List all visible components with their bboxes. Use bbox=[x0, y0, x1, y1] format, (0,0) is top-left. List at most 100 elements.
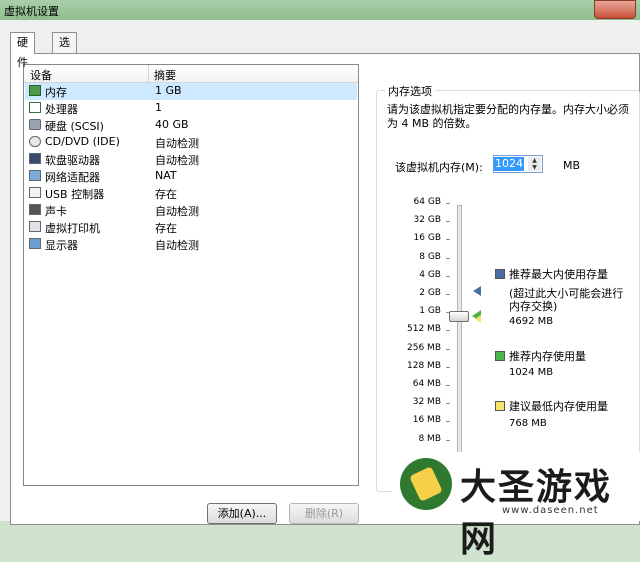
device-name: 软盘驱动器 bbox=[45, 154, 100, 167]
memory-slider-track[interactable] bbox=[457, 205, 462, 463]
device-row-cd-dvd[interactable]: CD/DVD (IDE) 自动检测 bbox=[25, 134, 357, 151]
scale-label: 32 GB bbox=[413, 215, 441, 226]
device-list-header: 设备 摘要 bbox=[24, 65, 358, 83]
display-icon bbox=[29, 238, 41, 249]
device-row-memory[interactable]: 内存 1 GB bbox=[25, 83, 357, 100]
scale-tick bbox=[446, 385, 450, 386]
memory-field-label: 该虚拟机内存(M): bbox=[395, 161, 483, 174]
device-row-processor[interactable]: 处理器 1 bbox=[25, 100, 357, 117]
scale-tick bbox=[446, 330, 450, 332]
spinner-arrows[interactable]: ▲ ▼ bbox=[528, 157, 541, 171]
scale-tick bbox=[446, 203, 450, 204]
column-summary[interactable]: 摘要 bbox=[154, 67, 176, 83]
processor-icon bbox=[29, 102, 41, 113]
min-recommended-marker-icon bbox=[475, 315, 481, 323]
scale-label: 4 GB bbox=[419, 269, 441, 280]
settings-dialog: 硬件 选项 设备 摘要 内存 1 GB 处理器 1 硬盘 (SCSI) bbox=[0, 20, 640, 525]
scale-tick bbox=[446, 348, 450, 350]
device-row-network[interactable]: 网络适配器 NAT bbox=[25, 168, 357, 185]
scale-tick bbox=[446, 257, 450, 259]
printer-icon bbox=[29, 221, 41, 232]
device-summary: NAT bbox=[155, 169, 177, 182]
column-device[interactable]: 设备 bbox=[30, 67, 52, 83]
memory-slider-thumb[interactable] bbox=[449, 311, 469, 322]
scale-label: 128 MB bbox=[407, 360, 441, 371]
device-name: 硬盘 (SCSI) bbox=[45, 120, 104, 133]
device-name: 处理器 bbox=[45, 103, 78, 116]
spinner-down-icon[interactable]: ▼ bbox=[528, 164, 541, 171]
scale-tick bbox=[446, 294, 450, 295]
scale-tick bbox=[446, 421, 450, 423]
watermark-url: www.daseen.net bbox=[502, 505, 599, 516]
device-row-printer[interactable]: 虚拟打印机 存在 bbox=[25, 219, 357, 236]
scale-label: 64 GB bbox=[413, 197, 441, 207]
device-name: 显示器 bbox=[45, 239, 78, 252]
scale-label: 16 GB bbox=[413, 233, 441, 244]
window-title: 虚拟机设置 bbox=[4, 5, 59, 18]
scale-label: 64 MB bbox=[412, 379, 441, 389]
tab-hardware[interactable]: 硬件 bbox=[10, 32, 35, 69]
network-adapter-icon bbox=[29, 170, 41, 181]
close-button[interactable] bbox=[594, 0, 636, 19]
scale-tick bbox=[446, 221, 450, 223]
device-summary: 存在 bbox=[155, 222, 177, 235]
scale-label: 512 MB bbox=[407, 324, 441, 335]
device-name: 虚拟打印机 bbox=[45, 222, 100, 235]
device-summary: 自动检测 bbox=[155, 205, 199, 218]
cd-dvd-icon bbox=[29, 136, 41, 147]
recommended-swatch bbox=[495, 351, 505, 361]
device-name: 内存 bbox=[45, 86, 67, 99]
max-recommended-value: 4692 MB bbox=[509, 316, 554, 327]
scale-label: 8 MB bbox=[418, 433, 441, 444]
device-row-display[interactable]: 显示器 自动检测 bbox=[25, 236, 357, 253]
floppy-icon bbox=[29, 153, 41, 164]
device-row-floppy[interactable]: 软盘驱动器 自动检测 bbox=[25, 151, 357, 168]
memory-description: 请为该虚拟机指定要分配的内存量。内存大小必须为 4 MB 的倍数。 bbox=[387, 103, 629, 130]
device-row-hard-disk[interactable]: 硬盘 (SCSI) 40 GB bbox=[25, 117, 357, 134]
scale-tick bbox=[446, 439, 450, 441]
site-logo-icon bbox=[400, 458, 452, 510]
memory-unit: MB bbox=[563, 159, 581, 172]
scale-label: 16 MB bbox=[412, 415, 441, 426]
scale-label: 2 GB bbox=[419, 288, 441, 298]
tab-options[interactable]: 选项 bbox=[52, 32, 77, 69]
site-watermark: 大圣游戏网 www.daseen.net bbox=[392, 452, 640, 560]
min-recommended-value: 768 MB bbox=[509, 418, 547, 429]
recommended-title: 推荐内存使用量 bbox=[509, 350, 586, 363]
device-summary: 1 GB bbox=[155, 84, 182, 97]
max-recommended-note: (超过此大小可能会进行内存交换) bbox=[509, 287, 624, 313]
device-row-sound[interactable]: 声卡 自动检测 bbox=[25, 202, 357, 219]
sound-card-icon bbox=[29, 204, 41, 215]
device-summary: 存在 bbox=[155, 188, 177, 201]
memory-options-group: 内存选项 请为该虚拟机指定要分配的内存量。内存大小必须为 4 MB 的倍数。 该… bbox=[376, 83, 640, 492]
device-row-usb[interactable]: USB 控制器 存在 bbox=[25, 185, 357, 202]
max-recommended-swatch bbox=[495, 269, 505, 279]
max-recommended-title: 推荐最大内使用存量 bbox=[509, 268, 608, 281]
device-summary: 1 bbox=[155, 101, 162, 114]
device-summary: 自动检测 bbox=[155, 154, 199, 167]
scale-tick bbox=[446, 275, 450, 277]
scale-label: 32 MB bbox=[412, 397, 441, 408]
memory-input[interactable]: 1024 bbox=[494, 157, 524, 171]
device-name: CD/DVD (IDE) bbox=[45, 135, 120, 148]
spinner-up-icon[interactable]: ▲ bbox=[528, 157, 541, 164]
min-recommended-swatch bbox=[495, 401, 505, 411]
min-recommended-title: 建议最低内存使用量 bbox=[509, 400, 608, 413]
device-summary: 自动检测 bbox=[155, 239, 199, 252]
scale-label: 256 MB bbox=[407, 342, 441, 353]
scale-tick bbox=[446, 366, 450, 368]
memory-group-title: 内存选项 bbox=[385, 83, 435, 99]
scale-tick bbox=[446, 239, 450, 241]
device-name: USB 控制器 bbox=[45, 188, 105, 201]
recommended-value: 1024 MB bbox=[509, 367, 554, 378]
usb-icon bbox=[29, 187, 41, 198]
scale-label: 8 GB bbox=[419, 251, 441, 262]
max-recommended-marker-icon bbox=[473, 286, 481, 296]
memory-spinner[interactable]: 1024 ▲ ▼ bbox=[493, 155, 543, 173]
device-summary: 自动检测 bbox=[155, 137, 199, 150]
memory-icon bbox=[29, 85, 41, 96]
device-list: 设备 摘要 内存 1 GB 处理器 1 硬盘 (SCSI) 40 GB CD/D… bbox=[23, 64, 359, 486]
hard-disk-icon bbox=[29, 119, 41, 130]
scale-tick bbox=[446, 403, 450, 405]
device-name: 声卡 bbox=[45, 205, 67, 218]
